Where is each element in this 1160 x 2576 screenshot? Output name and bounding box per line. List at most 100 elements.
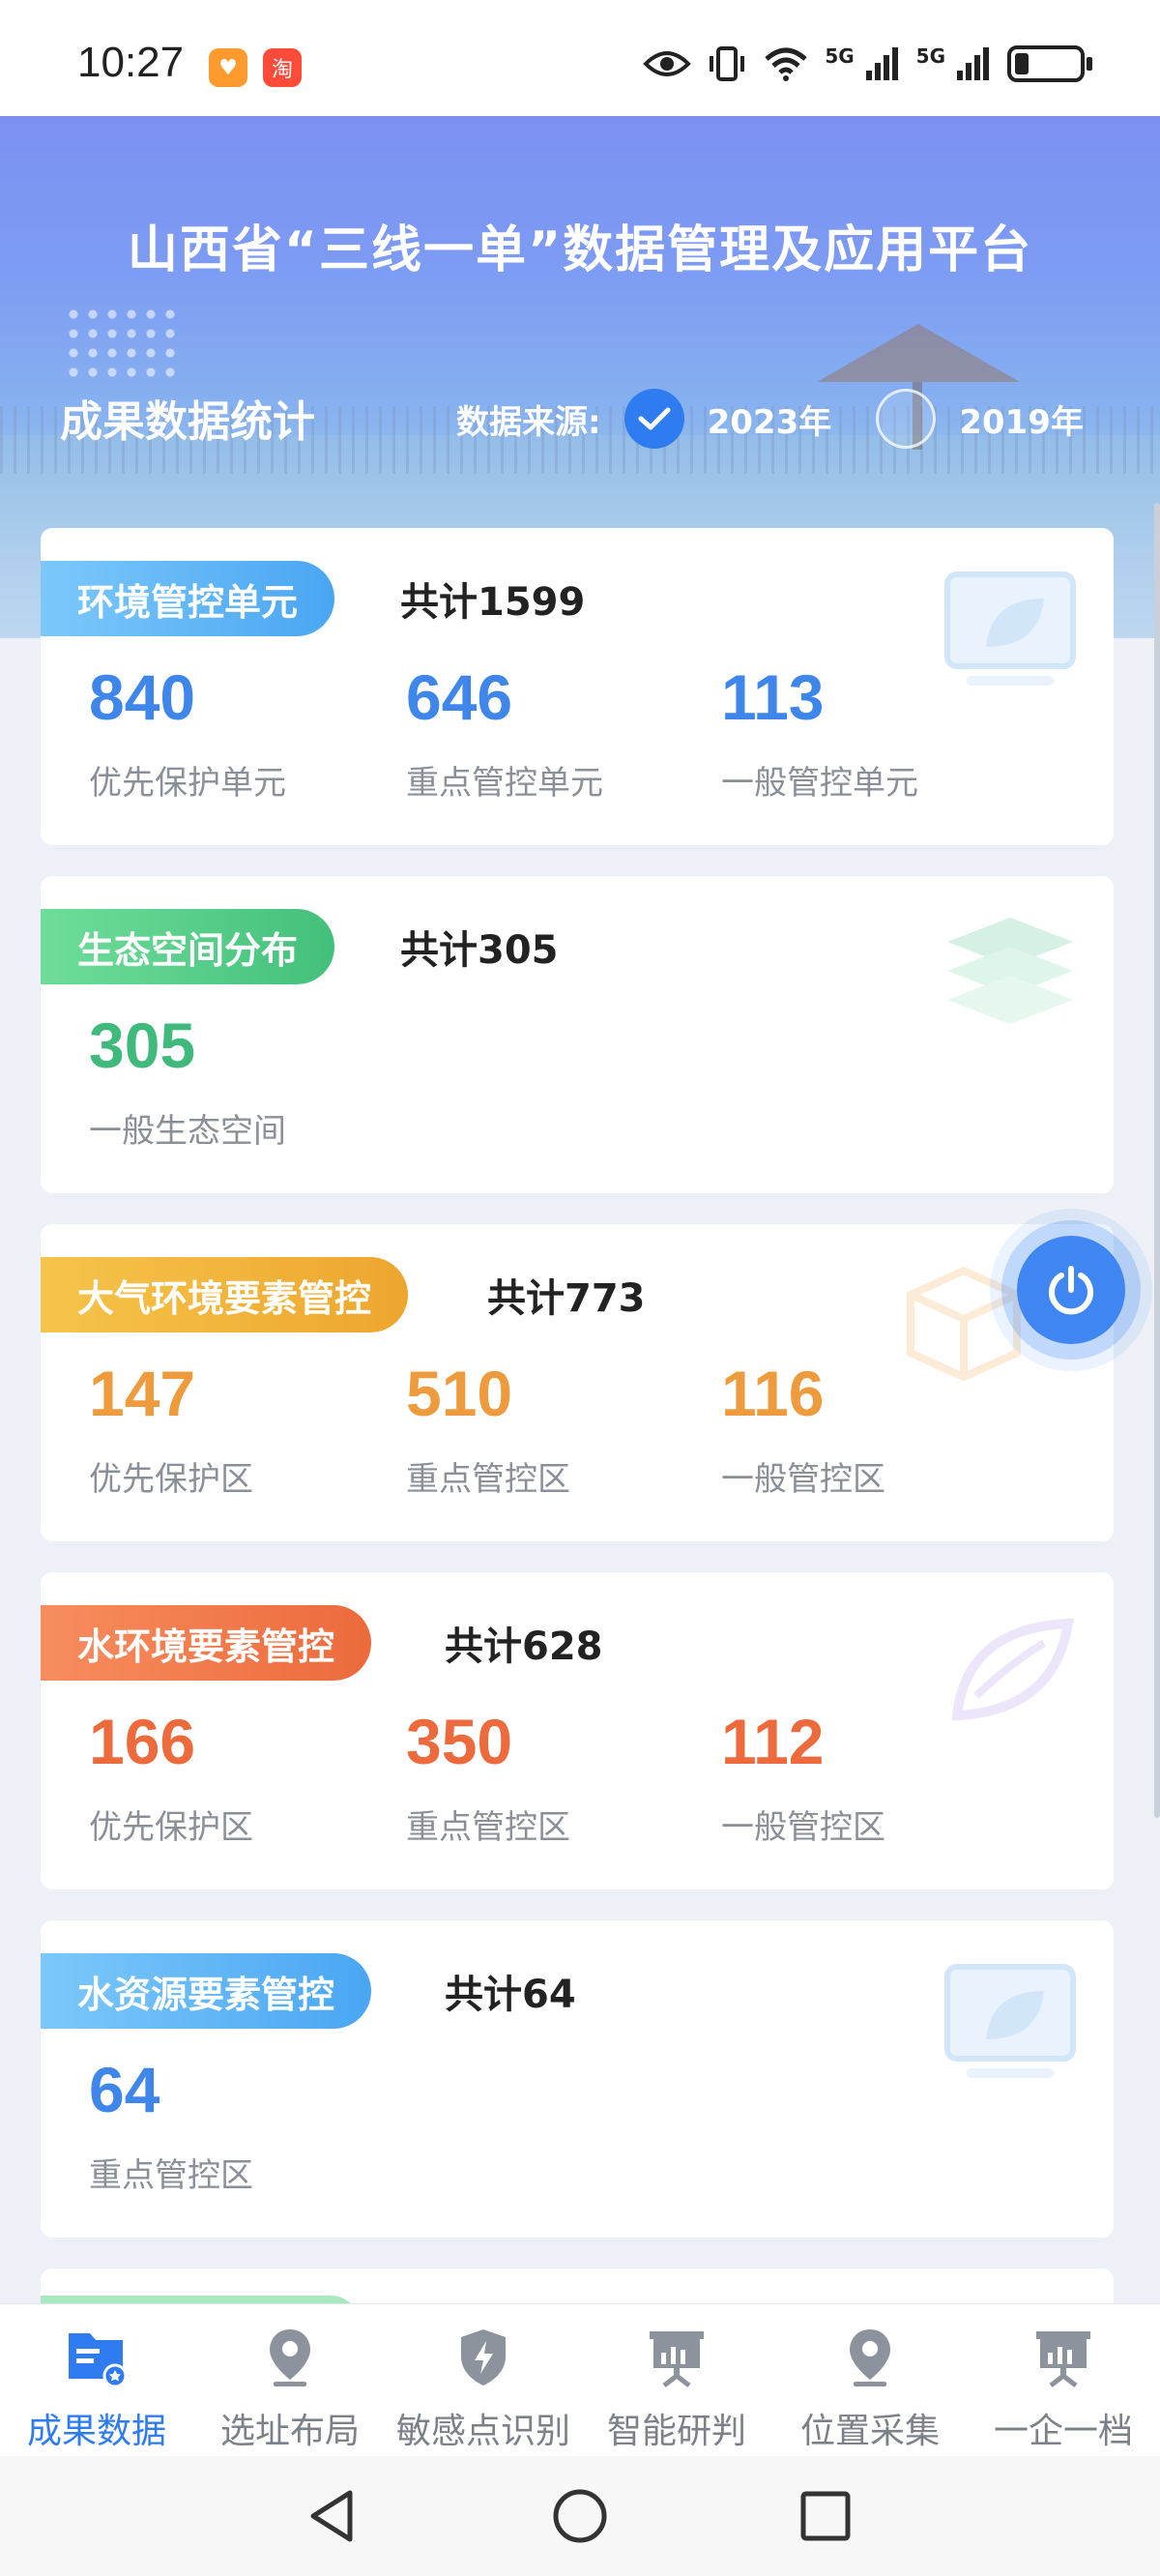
presentation-board-icon (1031, 2326, 1095, 2389)
layers-icon (947, 918, 1073, 1024)
leaf-monitor-icon (944, 571, 1076, 686)
stat-item: 147 优先保护区 (89, 1361, 253, 1500)
statistics-cards: 环境管控单元 共计1599 840 优先保护单元 646 重点管控单元 113 … (41, 528, 1114, 2269)
stat-value: 646 (406, 661, 513, 733)
stat-value: 350 (406, 1706, 513, 1777)
recents-button[interactable] (795, 2485, 856, 2547)
stat-value: 147 (89, 1358, 196, 1429)
card-tag: 水环境要素管控 (41, 1605, 372, 1681)
stat-item: 646 重点管控单元 (406, 665, 603, 804)
eye-icon (643, 46, 692, 81)
scrollbar[interactable] (1154, 503, 1160, 1818)
taobao-app-notification-icon: 淘 (263, 48, 302, 87)
nav-label: 选址布局 (219, 2412, 360, 2451)
nav-label: 成果数据 (26, 2412, 166, 2451)
card-total: 共计1599 (400, 580, 586, 625)
year-2019-radio[interactable] (876, 389, 937, 449)
stat-value: 305 (89, 1010, 196, 1081)
year-2023-radio[interactable] (624, 389, 684, 449)
stat-item: 113 一般管控单元 (721, 665, 918, 804)
nav-item-sensitive-points[interactable]: 敏感点识别 (387, 2304, 580, 2456)
leaf-icon (951, 1618, 1074, 1721)
back-button[interactable] (302, 2485, 363, 2547)
status-time: 10:27 (77, 39, 185, 86)
power-icon (1049, 1266, 1093, 1315)
app-title: 山西省“三线一单”数据管理及应用平台 (127, 221, 1033, 279)
card-total: 共计305 (400, 928, 559, 973)
stat-value: 166 (89, 1706, 196, 1777)
stat-item: 64 重点管控区 (89, 2058, 253, 2196)
power-button[interactable] (1017, 1236, 1125, 1344)
stat-item: 116 一般管控区 (721, 1361, 885, 1500)
data-folder-icon (65, 2326, 129, 2389)
card-ecological-space[interactable]: 生态空间分布 共计305 305 一般生态空间 (41, 876, 1114, 1193)
nav-label: 智能研判 (606, 2412, 746, 2451)
year-2023-label[interactable]: 2023年 (708, 395, 832, 443)
network-type-2: 5G (915, 44, 945, 68)
stat-item: 350 重点管控区 (406, 1710, 570, 1848)
nav-label: 位置采集 (799, 2412, 940, 2451)
signal-icon (864, 45, 901, 82)
home-button[interactable] (549, 2485, 611, 2547)
nav-item-site-layout[interactable]: 选址布局 (193, 2304, 387, 2456)
stat-item: 510 重点管控区 (406, 1361, 570, 1500)
stat-label: 一般管控区 (721, 1808, 885, 1847)
data-source-selector: 数据来源: 2023年 2019年 (456, 389, 1084, 449)
location-pin-icon (258, 2326, 322, 2389)
card-water-resources-control[interactable]: 水资源要素管控 共计64 64 重点管控区 (41, 1920, 1114, 2238)
stat-value: 510 (406, 1358, 513, 1429)
stat-label: 一般管控区 (721, 1460, 885, 1499)
year-2019-label[interactable]: 2019年 (959, 395, 1084, 443)
card-total: 共计64 (445, 1973, 576, 2017)
card-tag: 环境管控单元 (41, 561, 335, 636)
vibrate-icon (707, 44, 747, 83)
nav-label: 一企一档 (993, 2412, 1133, 2451)
card-total: 共计773 (487, 1276, 646, 1321)
shield-bolt-icon (451, 2326, 515, 2389)
data-source-label: 数据来源: (456, 402, 601, 442)
stat-label: 重点管控区 (406, 1808, 570, 1847)
stat-value: 116 (721, 1358, 825, 1429)
stat-item: 166 优先保护区 (89, 1710, 253, 1848)
location-pin-icon (838, 2326, 902, 2389)
network-type-1: 5G (825, 44, 855, 68)
bottom-nav: 成果数据 选址布局 敏感点识别 智能研判 位置采集 一企一档 (0, 2303, 1160, 2456)
nav-item-location-collection[interactable]: 位置采集 (773, 2304, 967, 2456)
stat-label: 优先保护单元 (89, 764, 286, 803)
home-circle-icon (553, 2489, 607, 2543)
card-water-environment-control[interactable]: 水环境要素管控 共计628 166 优先保护区 350 重点管控区 112 一般… (41, 1572, 1114, 1889)
status-bar: 10:27 ♥ 淘 5G 5G (0, 0, 1160, 116)
shopping-app-notification-icon: ♥ (209, 48, 247, 87)
stat-item: 305 一般生态空间 (89, 1013, 286, 1152)
card-atmospheric-control[interactable]: 大气环境要素管控 共计773 147 优先保护区 510 重点管控区 116 一… (41, 1224, 1114, 1541)
nav-label: 敏感点识别 (395, 2412, 570, 2451)
card-tag: 水资源要素管控 (41, 1953, 372, 2029)
dots-decoration (64, 305, 180, 382)
card-environment-control-units[interactable]: 环境管控单元 共计1599 840 优先保护单元 646 重点管控单元 113 … (41, 528, 1114, 845)
back-triangle-icon (310, 2490, 353, 2542)
cube-icon (907, 1266, 1021, 1382)
nav-item-smart-analysis[interactable]: 智能研判 (580, 2304, 773, 2456)
stat-label: 一般管控单元 (721, 764, 918, 803)
wifi-icon (763, 45, 809, 82)
hut-illustration (817, 324, 1020, 382)
system-navigation-bar (0, 2456, 1160, 2576)
stat-label: 优先保护区 (89, 1460, 253, 1499)
presentation-board-icon (645, 2326, 709, 2389)
nav-item-results-data[interactable]: 成果数据 (0, 2304, 193, 2456)
battery-icon (1007, 45, 1092, 82)
section-title: 成果数据统计 (60, 397, 315, 447)
stat-value: 64 (89, 2054, 160, 2125)
stat-label: 重点管控区 (89, 2156, 253, 2195)
stat-value: 112 (721, 1706, 825, 1777)
stat-item: 840 优先保护单元 (89, 665, 286, 804)
card-tag: 生态空间分布 (41, 909, 335, 984)
nav-item-enterprise-archive[interactable]: 一企一档 (967, 2304, 1160, 2456)
leaf-monitor-icon (944, 1964, 1076, 2078)
stat-value: 840 (89, 661, 196, 733)
stat-label: 重点管控区 (406, 1460, 570, 1499)
signal-icon (955, 45, 992, 82)
stat-item: 112 一般管控区 (721, 1710, 885, 1848)
stat-label: 一般生态空间 (89, 1112, 286, 1151)
recents-square-icon (800, 2491, 851, 2541)
